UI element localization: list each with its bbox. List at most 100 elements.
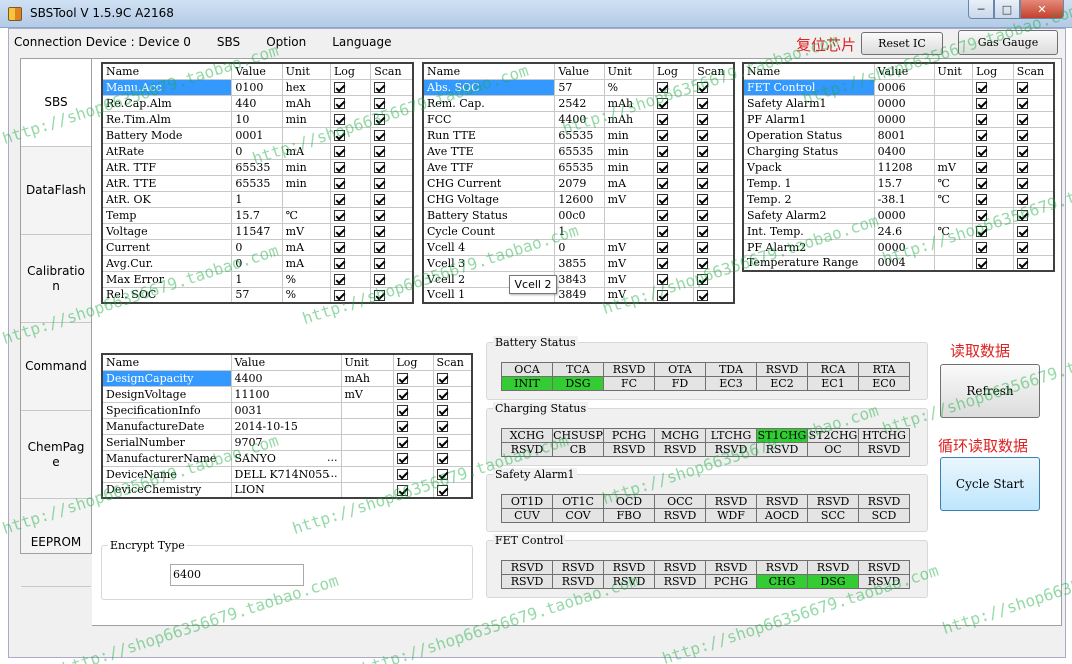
scan-checkbox[interactable] xyxy=(374,226,386,237)
log-checkbox[interactable] xyxy=(976,242,988,253)
log-checkbox[interactable] xyxy=(396,453,408,464)
header-value[interactable]: Value xyxy=(554,62,605,80)
menu-sbs[interactable]: SBS xyxy=(217,35,240,49)
scan-checkbox[interactable] xyxy=(436,405,448,416)
log-checkbox[interactable] xyxy=(396,437,408,448)
log-checkbox[interactable] xyxy=(976,162,988,173)
table-row[interactable]: Rel. SOC 57% xyxy=(101,286,414,304)
scan-checkbox[interactable] xyxy=(697,289,709,301)
ellipsis-button[interactable]: ... xyxy=(327,451,338,464)
header-value[interactable]: Value xyxy=(230,353,342,371)
table-row[interactable]: Cycle Count 1 xyxy=(422,222,735,240)
tab-dataflash[interactable]: DataFlash xyxy=(21,147,91,235)
log-checkbox[interactable] xyxy=(976,257,988,269)
log-checkbox[interactable] xyxy=(976,146,988,157)
tab-command[interactable]: Command xyxy=(21,323,91,411)
scan-checkbox[interactable] xyxy=(374,114,386,125)
table-row[interactable]: Rem. Cap. 2542 mAh xyxy=(422,94,735,112)
table-row[interactable]: Manu.Acc 0100 hex xyxy=(101,78,414,96)
header-scan[interactable]: Scan xyxy=(432,353,473,371)
log-checkbox[interactable] xyxy=(656,98,668,109)
encrypt-type-input[interactable]: 6400 xyxy=(170,564,304,586)
table-row[interactable]: Vcell 3 3855 mV xyxy=(422,254,735,272)
table-row[interactable]: Run TTE 65535 min xyxy=(422,126,735,144)
scan-checkbox[interactable] xyxy=(697,242,709,253)
log-checkbox[interactable] xyxy=(396,469,408,480)
header-unit[interactable]: Unit xyxy=(933,62,974,80)
log-checkbox[interactable] xyxy=(976,226,988,237)
table-row[interactable]: Vcell 4 0 mV xyxy=(422,238,735,256)
table-row[interactable]: Temperature Range 0004 xyxy=(742,254,1055,272)
table-row[interactable]: Safety Alarm1 0000 xyxy=(742,94,1055,112)
log-checkbox[interactable] xyxy=(333,210,345,221)
log-checkbox[interactable] xyxy=(396,484,408,496)
table-row[interactable]: PF Alarm2 0000 xyxy=(742,238,1055,256)
log-checkbox[interactable] xyxy=(656,242,668,253)
table-row[interactable]: Temp. 1 15.7 ℃ xyxy=(742,174,1055,192)
tab-chempage[interactable]: ChemPage xyxy=(21,411,91,499)
log-checkbox[interactable] xyxy=(656,258,668,269)
log-checkbox[interactable] xyxy=(656,178,668,189)
log-checkbox[interactable] xyxy=(333,178,345,189)
log-checkbox[interactable] xyxy=(396,389,408,400)
log-checkbox[interactable] xyxy=(333,194,345,205)
table-row[interactable]: Abs. SOC 57% xyxy=(422,78,735,96)
table-row[interactable]: AtRate 0 mA xyxy=(101,142,414,160)
header-scan[interactable]: Scan xyxy=(370,62,414,80)
log-checkbox[interactable] xyxy=(656,289,668,301)
table-row[interactable]: PF Alarm1 0000 xyxy=(742,110,1055,128)
scan-checkbox[interactable] xyxy=(436,421,448,432)
scan-checkbox[interactable] xyxy=(374,162,386,173)
table-row[interactable]: DesignVoltage 11100 mV xyxy=(101,385,473,403)
menu-language[interactable]: Language xyxy=(332,35,391,49)
header-name[interactable]: Name xyxy=(101,62,233,80)
log-checkbox[interactable] xyxy=(976,194,988,205)
scan-checkbox[interactable] xyxy=(374,194,386,205)
table-row[interactable]: AtR. OK 1 xyxy=(101,190,414,208)
table-row[interactable]: AtR. TTE 65535 min xyxy=(101,174,414,192)
table-row[interactable]: CHG Current 2079 mA xyxy=(422,174,735,192)
ellipsis-button[interactable]: ... xyxy=(327,467,338,480)
log-checkbox[interactable] xyxy=(333,242,345,253)
table-row[interactable]: DesignCapacity 4400 mAh xyxy=(101,369,473,387)
table-row[interactable]: Re.Tim.Alm 10 min xyxy=(101,110,414,128)
scan-checkbox[interactable] xyxy=(374,178,386,189)
tab-eeprom[interactable]: EEPROM xyxy=(21,499,91,587)
log-checkbox[interactable] xyxy=(333,274,345,285)
scan-checkbox[interactable] xyxy=(1016,162,1028,173)
log-checkbox[interactable] xyxy=(333,146,345,157)
log-checkbox[interactable] xyxy=(976,210,988,221)
log-checkbox[interactable] xyxy=(656,226,668,237)
log-checkbox[interactable] xyxy=(333,130,345,141)
table-row[interactable]: DeviceName DELL K714N055... xyxy=(101,465,473,483)
header-log[interactable]: Log xyxy=(392,353,434,371)
table-row[interactable]: Battery Status 00c0 xyxy=(422,206,735,224)
log-checkbox[interactable] xyxy=(396,373,408,384)
table-row[interactable]: Voltage 11547 mV xyxy=(101,222,414,240)
scan-checkbox[interactable] xyxy=(1016,194,1028,205)
scan-checkbox[interactable] xyxy=(697,258,709,269)
scan-checkbox[interactable] xyxy=(697,274,709,285)
log-checkbox[interactable] xyxy=(656,146,668,157)
log-checkbox[interactable] xyxy=(333,114,345,125)
table-row[interactable]: CHG Voltage 12600 mV xyxy=(422,190,735,208)
scan-checkbox[interactable] xyxy=(1016,130,1028,141)
scan-checkbox[interactable] xyxy=(374,82,386,93)
log-checkbox[interactable] xyxy=(656,130,668,141)
gas-gauge-button[interactable]: Gas Gauge xyxy=(958,30,1058,55)
log-checkbox[interactable] xyxy=(976,130,988,141)
scan-checkbox[interactable] xyxy=(697,130,709,141)
table-row[interactable]: Re.Cap.Alm 440 mAh xyxy=(101,94,414,112)
header-name[interactable]: Name xyxy=(101,353,232,371)
scan-checkbox[interactable] xyxy=(374,210,386,221)
close-button[interactable]: ✕ xyxy=(1020,0,1064,19)
header-log[interactable]: Log xyxy=(652,62,695,80)
scan-checkbox[interactable] xyxy=(697,162,709,173)
scan-checkbox[interactable] xyxy=(374,258,386,269)
log-checkbox[interactable] xyxy=(976,82,988,93)
log-checkbox[interactable] xyxy=(396,405,408,416)
scan-checkbox[interactable] xyxy=(697,114,709,125)
minimize-button[interactable]: ─ xyxy=(968,0,994,19)
log-checkbox[interactable] xyxy=(333,82,345,93)
log-checkbox[interactable] xyxy=(976,98,988,109)
